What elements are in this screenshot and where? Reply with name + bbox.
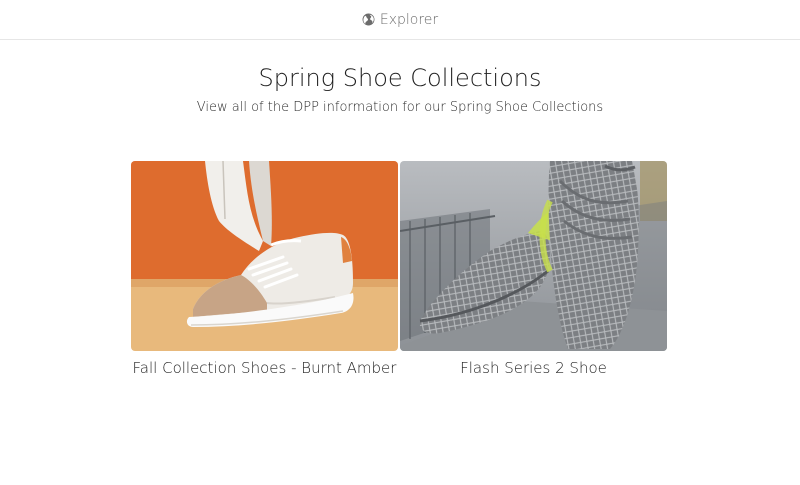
collection-image-flash[interactable] bbox=[400, 161, 667, 351]
brand-label: Explorer bbox=[379, 11, 439, 28]
globe-icon bbox=[362, 13, 375, 26]
collection-image-fall[interactable] bbox=[131, 161, 398, 351]
collection-card-fall[interactable]: Fall Collection Shoes - Burnt Amber bbox=[131, 161, 398, 377]
collection-grid: Fall Collection Shoes - Burnt Amber Flas… bbox=[131, 161, 667, 377]
collection-label[interactable]: Fall Collection Shoes - Burnt Amber bbox=[131, 359, 398, 377]
brand-link[interactable]: Explorer bbox=[362, 12, 438, 28]
collection-card-flash[interactable]: Flash Series 2 Shoe bbox=[400, 161, 667, 377]
page-header: Spring Shoe Collections View all of the … bbox=[0, 60, 800, 118]
top-bar: Explorer bbox=[0, 0, 800, 40]
page-title: Spring Shoe Collections bbox=[258, 64, 542, 92]
page-subtitle: View all of the DPP information for our … bbox=[196, 100, 604, 115]
collection-label[interactable]: Flash Series 2 Shoe bbox=[400, 359, 667, 377]
